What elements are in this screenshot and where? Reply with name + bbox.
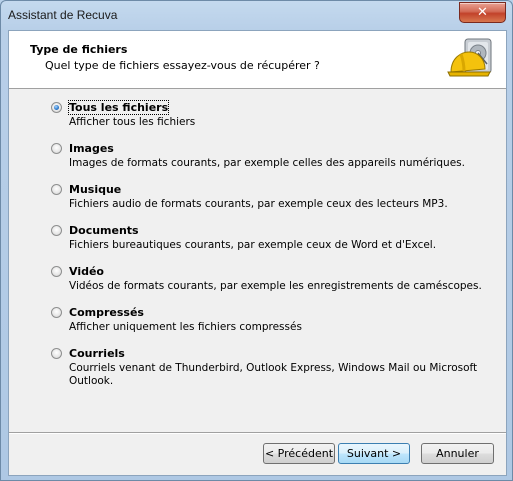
- radio-video[interactable]: [51, 266, 62, 277]
- option-label[interactable]: Musique: [69, 183, 121, 196]
- option-description: Afficher tous les fichiers: [69, 116, 196, 128]
- option-description: Fichiers audio de formats courants, par …: [69, 198, 448, 210]
- close-button[interactable]: ✕: [459, 2, 506, 23]
- title-bar[interactable]: Assistant de Recuva ✕: [1, 1, 512, 29]
- back-button[interactable]: < Précédent: [263, 443, 335, 464]
- window-title: Assistant de Recuva: [8, 8, 118, 22]
- option-label[interactable]: Compressés: [69, 306, 144, 319]
- page-subtitle: Quel type de fichiers essayez-vous de ré…: [45, 59, 320, 72]
- cancel-button[interactable]: Annuler: [421, 443, 494, 464]
- radio-images[interactable]: [51, 143, 62, 154]
- next-button[interactable]: Suivant >: [338, 443, 410, 464]
- wizard-header: Type de fichiers Quel type de fichiers e…: [9, 31, 506, 89]
- option-all-files[interactable]: Tous les fichiers Afficher tous les fich…: [51, 100, 491, 129]
- option-video[interactable]: Vidéo Vidéos de formats courants, par ex…: [51, 265, 491, 293]
- option-label[interactable]: Documents: [69, 224, 139, 237]
- close-icon: ✕: [477, 5, 488, 20]
- radio-compressed[interactable]: [51, 307, 62, 318]
- radio-all-files[interactable]: [51, 102, 62, 113]
- footer-divider: [9, 432, 506, 434]
- option-label[interactable]: Images: [69, 142, 114, 155]
- option-compressed[interactable]: Compressés Afficher uniquement les fichi…: [51, 306, 491, 334]
- option-label[interactable]: Vidéo: [69, 265, 104, 278]
- option-description: Fichiers bureautiques courants, par exem…: [69, 239, 437, 251]
- option-description: Vidéos de formats courants, par exemple …: [69, 280, 482, 292]
- page-title: Type de fichiers: [30, 43, 128, 56]
- option-label[interactable]: Courriels: [69, 347, 125, 360]
- radio-music[interactable]: [51, 184, 62, 195]
- option-description: Courriels venant de Thunderbird, Outlook…: [69, 362, 478, 387]
- wizard-window: Assistant de Recuva ✕ Type de fichiers Q…: [0, 0, 513, 481]
- option-music[interactable]: Musique Fichiers audio de formats couran…: [51, 183, 491, 211]
- option-description: Afficher uniquement les fichiers compres…: [69, 321, 302, 333]
- option-description: Images de formats courants, par exemple …: [69, 157, 465, 169]
- option-images[interactable]: Images Images de formats courants, par e…: [51, 142, 491, 170]
- recuva-hardhat-drive-icon: [447, 38, 492, 77]
- radio-documents[interactable]: [51, 225, 62, 236]
- option-emails[interactable]: Courriels Courriels venant de Thunderbir…: [51, 347, 491, 388]
- option-documents[interactable]: Documents Fichiers bureautiques courants…: [51, 224, 491, 252]
- file-type-options: Tous les fichiers Afficher tous les fich…: [51, 100, 491, 401]
- wizard-client-area: Type de fichiers Quel type de fichiers e…: [8, 30, 507, 476]
- option-label[interactable]: Tous les fichiers: [67, 100, 170, 115]
- radio-emails[interactable]: [51, 348, 62, 359]
